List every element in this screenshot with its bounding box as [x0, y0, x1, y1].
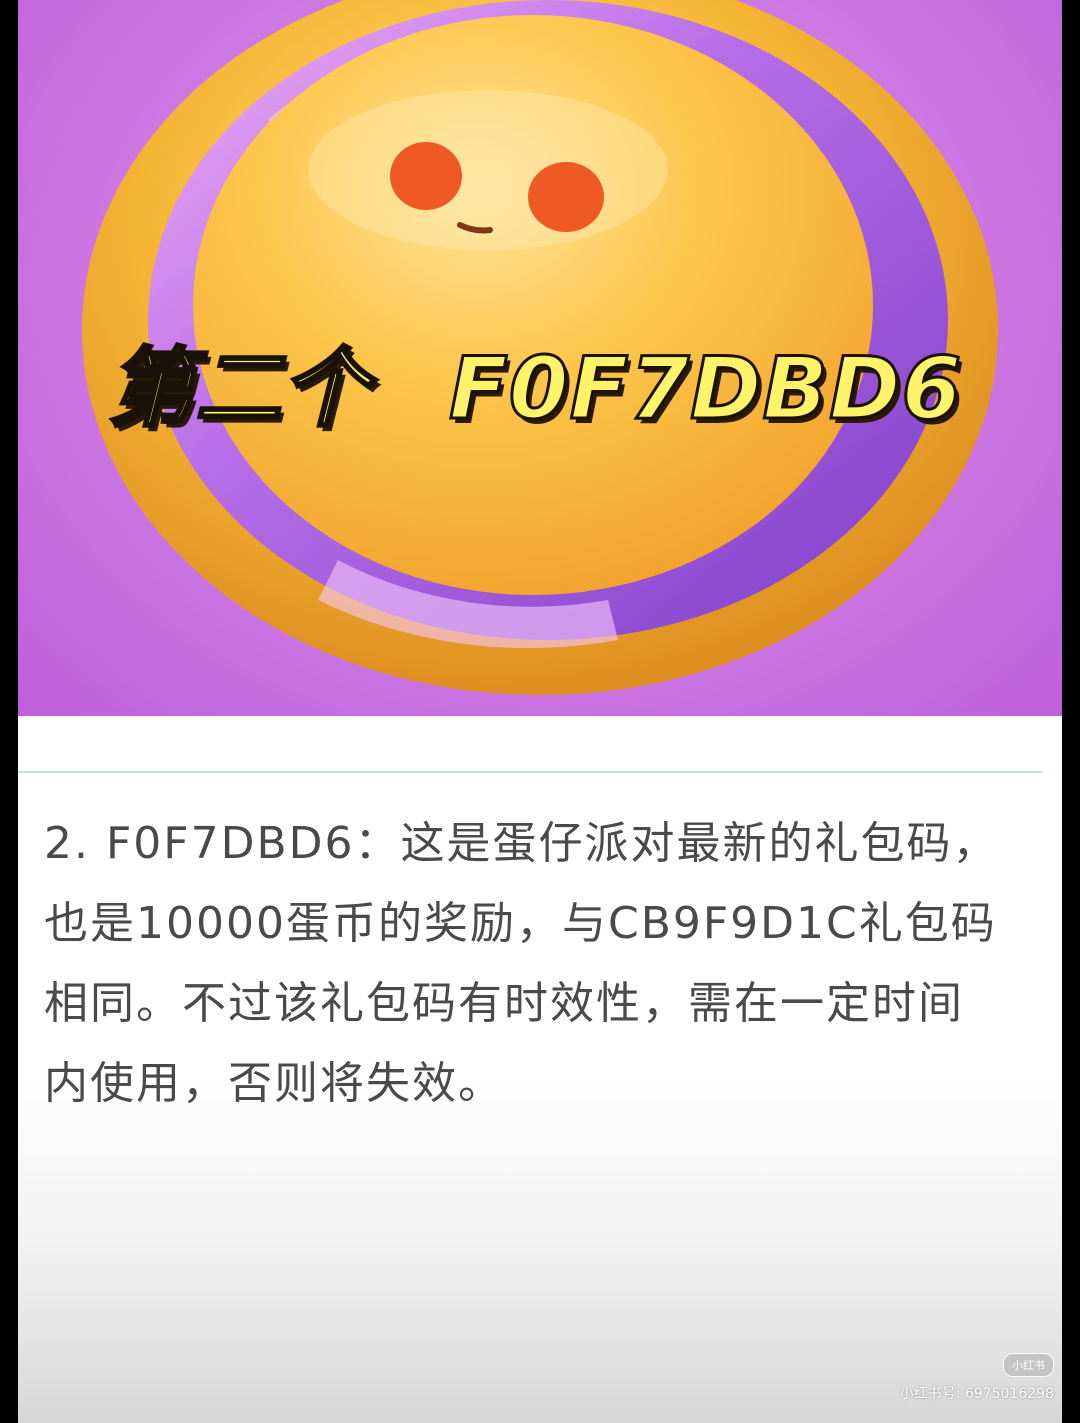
coin-right-eye: [528, 162, 604, 232]
watermark-logo: 小红书: [1003, 1353, 1054, 1377]
overlay-prefix: 第二个: [107, 339, 370, 439]
gift-code-overlay: 第二个 F0F7DBD6: [107, 345, 963, 434]
post-card: 第二个 F0F7DBD6 2. F0F7DBD6：这是蛋仔派对最新的礼包码，也是1…: [18, 0, 1062, 1423]
coin-left-eye: [390, 142, 462, 210]
watermark-id: 小红书号: 6975016298: [899, 1386, 1054, 1402]
watermark: 小红书 小红书号: 6975016298: [900, 1353, 1054, 1403]
article-paragraph: 2. F0F7DBD6：这是蛋仔派对最新的礼包码，也是10000蛋币的奖励，与C…: [44, 818, 999, 1109]
overlay-code: F0F7DBD6: [447, 339, 963, 439]
hero-image: 第二个 F0F7DBD6: [18, 0, 1062, 716]
divider: [18, 771, 1042, 773]
